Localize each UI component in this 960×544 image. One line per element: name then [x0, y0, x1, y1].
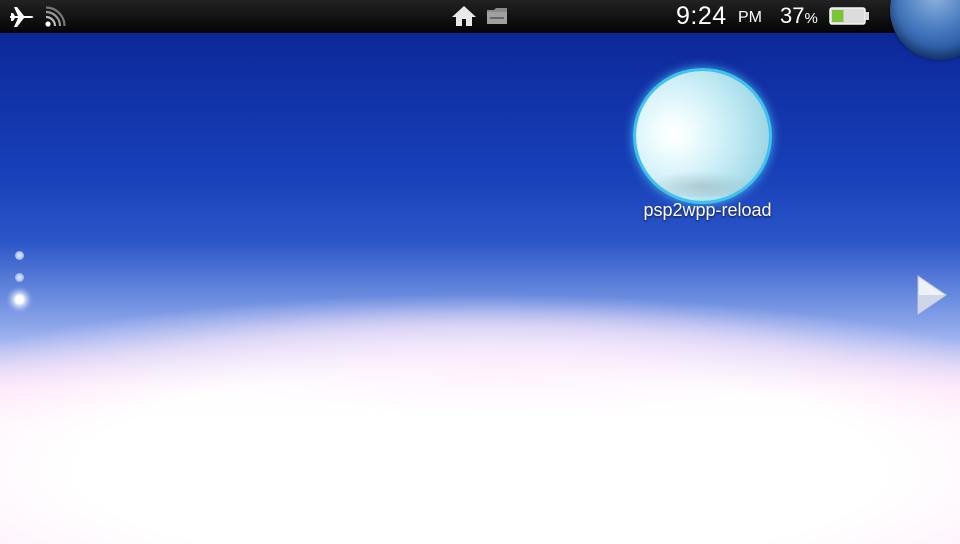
status-bar: 9:24 PM 37% [0, 0, 960, 33]
folder-icon[interactable] [485, 5, 509, 27]
battery-percent: 37% [780, 3, 818, 29]
wallpaper-glow [0, 250, 960, 410]
battery-percent-sign: % [804, 10, 818, 27]
home-icon[interactable] [451, 5, 477, 27]
airplane-icon [10, 7, 34, 27]
wifi-icon [45, 6, 66, 27]
page-indicator-dot[interactable] [15, 273, 24, 282]
page-indicator-dot-active[interactable] [13, 293, 26, 306]
app-bubble-icon[interactable] [636, 71, 769, 201]
clock-time: 9:24 [676, 2, 727, 30]
battery-icon [829, 7, 869, 25]
app-label[interactable]: psp2wpp-reload [600, 200, 815, 221]
chevron-right-icon[interactable] [914, 272, 950, 318]
clock-ampm: PM [738, 9, 762, 26]
battery-percent-value: 37 [780, 3, 805, 28]
page-indicator-dot[interactable] [15, 251, 24, 260]
